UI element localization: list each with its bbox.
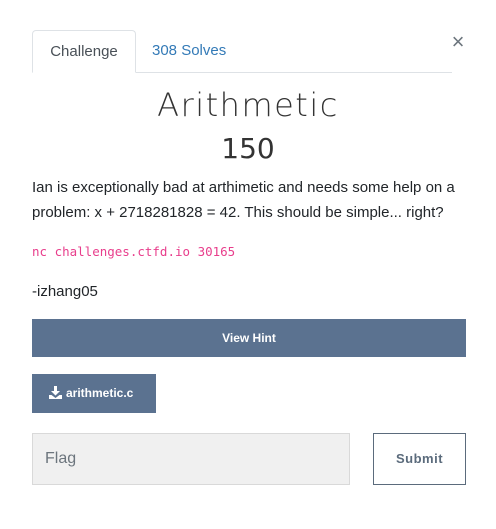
download-icon [49,386,62,399]
tab-challenge[interactable]: Challenge [32,30,136,73]
download-file-button[interactable]: arithmetic.c [32,374,156,413]
flag-input[interactable] [32,433,350,485]
tab-bar: Challenge 308 Solves [32,30,452,73]
download-file-label: arithmetic.c [66,386,134,400]
submit-button[interactable]: Submit [373,433,466,485]
connection-command: nc challenges.ctfd.io 30165 [32,244,236,259]
challenge-description: Ian is exceptionally bad at arthimetic a… [32,179,455,221]
challenge-title: Arithmetic [157,86,339,124]
tab-solves[interactable]: 308 Solves [152,30,226,72]
challenge-points: 150 [221,132,275,165]
challenge-author: -izhang05 [32,283,98,300]
close-icon[interactable]: × [449,30,467,54]
challenge-modal: Challenge 308 Solves × Arithmetic 150 Ia… [0,0,496,529]
view-hint-button[interactable]: View Hint [32,319,466,357]
